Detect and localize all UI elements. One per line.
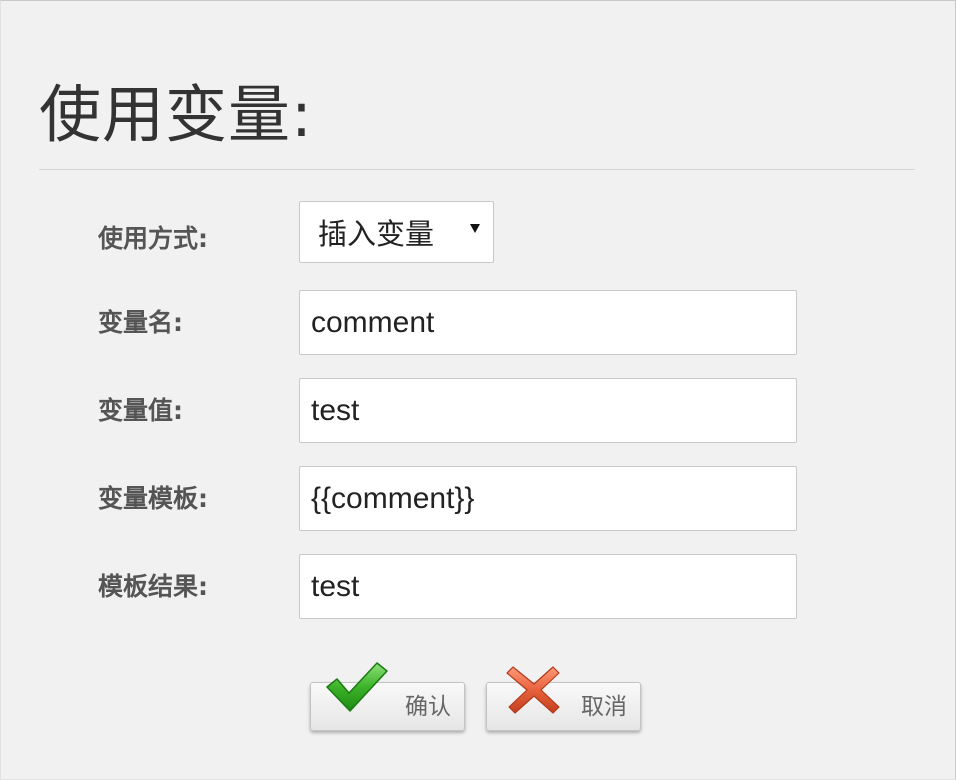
- var-value-label: 变量值:: [98, 396, 183, 425]
- template-result-label: 模板结果:: [98, 572, 208, 601]
- mode-select[interactable]: 插入变量: [299, 201, 494, 263]
- confirm-label: 确认: [405, 694, 451, 720]
- cancel-button[interactable]: 取消: [486, 666, 641, 731]
- dropdown-arrow-icon: [470, 224, 480, 233]
- mode-select-value: 插入变量: [318, 217, 435, 251]
- title-divider: [39, 169, 915, 170]
- var-value-input[interactable]: test: [299, 378, 797, 443]
- check-icon: [326, 662, 388, 712]
- var-template-input[interactable]: {{comment}}: [299, 466, 797, 531]
- template-result-input[interactable]: test: [299, 554, 797, 619]
- mode-label: 使用方式:: [98, 224, 208, 253]
- cancel-label: 取消: [581, 694, 627, 720]
- var-name-label: 变量名:: [98, 308, 183, 337]
- page-title: 使用变量:: [39, 78, 313, 151]
- var-name-input[interactable]: comment: [299, 290, 797, 355]
- variable-dialog: 使用变量: 使用方式: 插入变量 变量名: comment 变量值: test …: [0, 0, 956, 780]
- confirm-button[interactable]: 确认: [310, 662, 465, 731]
- close-icon: [506, 666, 560, 714]
- var-template-label: 变量模板:: [98, 484, 208, 513]
